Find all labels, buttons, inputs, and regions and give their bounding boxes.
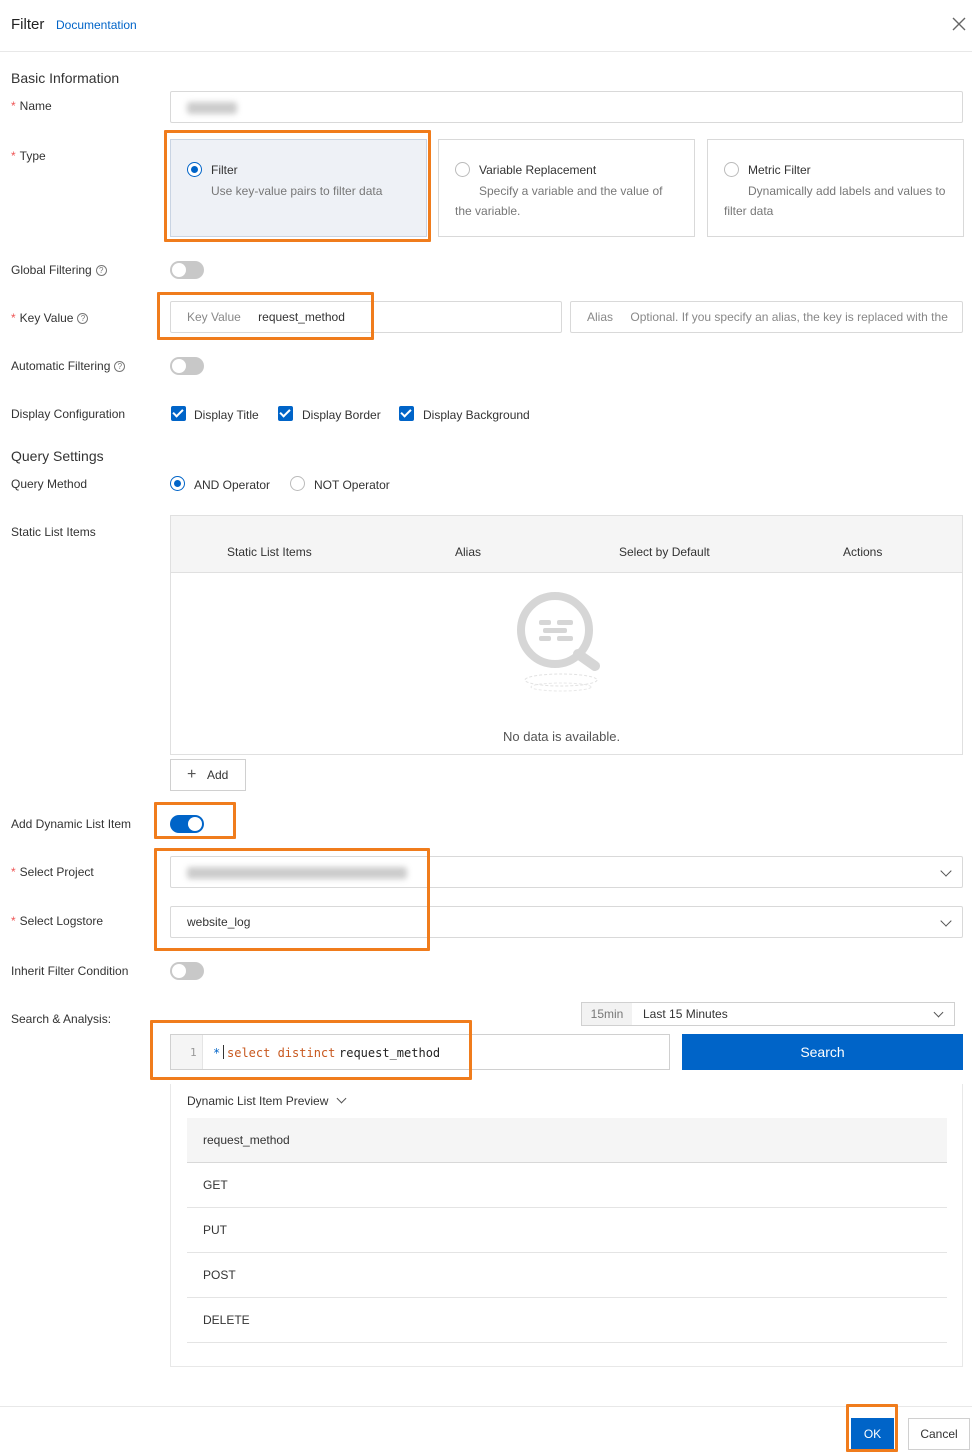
type-title-metric: Metric Filter [748,163,811,177]
type-radio-variable[interactable] [455,162,470,177]
preview-header: request_method [187,1118,947,1163]
help-icon[interactable]: ? [77,313,89,325]
query-star: * [213,1046,221,1060]
key-value-input[interactable]: Key Value request_method [170,301,562,333]
key-value-text: request_method [258,310,345,324]
preview-title: Dynamic List Item Preview [187,1094,329,1108]
select-logstore-dropdown[interactable]: website_log [170,906,963,938]
dialog-header: Filter Documentation [0,0,972,52]
project-value-blurred [187,867,407,879]
preview-row: PUT [187,1208,947,1253]
th-static-items: Static List Items [227,545,312,559]
help-icon[interactable]: ? [114,361,126,373]
alias-prefix: Alias [587,310,614,324]
select-logstore-label: * Select Logstore [11,914,104,928]
chevron-down-icon [940,865,952,877]
type-card-variable[interactable]: Variable Replacement Specify a variable … [438,139,695,237]
chevron-down-icon [940,915,952,927]
type-radio-metric[interactable] [724,162,739,177]
preview-toggle[interactable]: Dynamic List Item Preview [187,1093,347,1108]
type-desc-variable: Specify a variable and the value of the … [455,184,663,218]
display-title-checkbox[interactable] [171,406,186,421]
select-project-dropdown[interactable] [170,856,963,888]
line-number: 1 [190,1046,197,1059]
query-editor[interactable]: 1 * select distinct request_method [170,1034,670,1070]
th-actions: Actions [843,545,883,559]
type-title-filter: Filter [211,163,238,177]
search-analysis-label: Search & Analysis: [11,1012,112,1026]
query-field: request_method [339,1046,441,1060]
line-number-gutter [171,1035,203,1069]
preview-row: POST [187,1253,947,1298]
type-title-variable: Variable Replacement [479,163,597,177]
and-operator-text: AND Operator [194,478,271,492]
add-button[interactable]: + Add [170,759,246,791]
display-background-checkbox[interactable] [399,406,414,421]
empty-data-icon [517,592,600,692]
not-operator-text: NOT Operator [314,478,390,492]
add-button-text: Add [207,768,229,782]
preview-row: DELETE [187,1298,947,1343]
dynamic-list-toggle[interactable] [170,815,204,833]
close-icon[interactable] [952,17,966,31]
name-label: * Name [11,99,52,113]
alias-input[interactable]: Alias Optional. If you specify an alias,… [570,301,963,333]
global-filtering-label: Global Filtering? [11,263,107,277]
type-label: * Type [11,149,46,163]
auto-filtering-label: Automatic Filtering? [11,359,126,373]
and-operator-radio[interactable] [170,476,185,491]
time-badge: 15min [582,1003,632,1025]
inherit-filter-toggle[interactable] [170,962,204,980]
dialog-footer [0,1406,972,1452]
name-value-blurred [187,102,237,114]
type-desc-metric: Dynamically add labels and values to fil… [724,184,946,218]
type-desc-filter: Use key-value pairs to filter data [211,184,383,198]
query-keywords: select distinct [227,1046,336,1060]
time-range-select[interactable]: 15min Last 15 Minutes [581,1002,955,1026]
type-card-metric[interactable]: Metric Filter Dynamically add labels and… [707,139,964,237]
chevron-down-icon [933,1007,944,1018]
key-value-prefix: Key Value [187,310,241,324]
select-project-label: * Select Project [11,865,94,879]
help-icon[interactable]: ? [95,265,107,277]
ok-button[interactable]: OK [851,1418,894,1450]
query-settings-title: Query Settings [11,448,104,464]
not-operator-radio[interactable] [290,476,305,491]
basic-info-title: Basic Information [11,70,120,86]
auto-filtering-toggle[interactable] [170,357,204,375]
name-input[interactable] [170,91,963,123]
type-radio-filter[interactable] [187,162,202,177]
display-config-label: Display Configuration [11,407,126,421]
empty-text: No data is available. [503,729,621,744]
type-card-filter[interactable]: Filter Use key-value pairs to filter dat… [170,139,427,237]
display-background-text: Display Background [423,408,530,422]
documentation-link[interactable]: Documentation [56,18,137,32]
plus-icon: + [187,766,197,783]
key-value-label: * Key Value? [11,311,89,325]
th-alias: Alias [455,545,482,559]
query-cursor [223,1045,224,1059]
dialog-title: Filter [11,16,45,33]
alias-placeholder: Optional. If you specify an alias, the k… [630,310,948,324]
cancel-button[interactable]: Cancel [908,1418,970,1450]
th-select-default: Select by Default [619,545,710,559]
display-border-checkbox[interactable] [278,406,293,421]
static-list-label: Static List Items [11,525,96,539]
query-method-label: Query Method [11,477,88,491]
dynamic-list-label: Add Dynamic List Item [11,817,132,831]
preview-row: GET [187,1163,947,1208]
global-filtering-toggle[interactable] [170,261,204,279]
display-title-text: Display Title [194,408,259,422]
search-button[interactable]: Search [682,1034,963,1070]
display-border-text: Display Border [302,408,381,422]
inherit-filter-label: Inherit Filter Condition [11,964,129,978]
logstore-value: website_log [187,915,251,929]
time-range-text: Last 15 Minutes [643,1007,728,1021]
